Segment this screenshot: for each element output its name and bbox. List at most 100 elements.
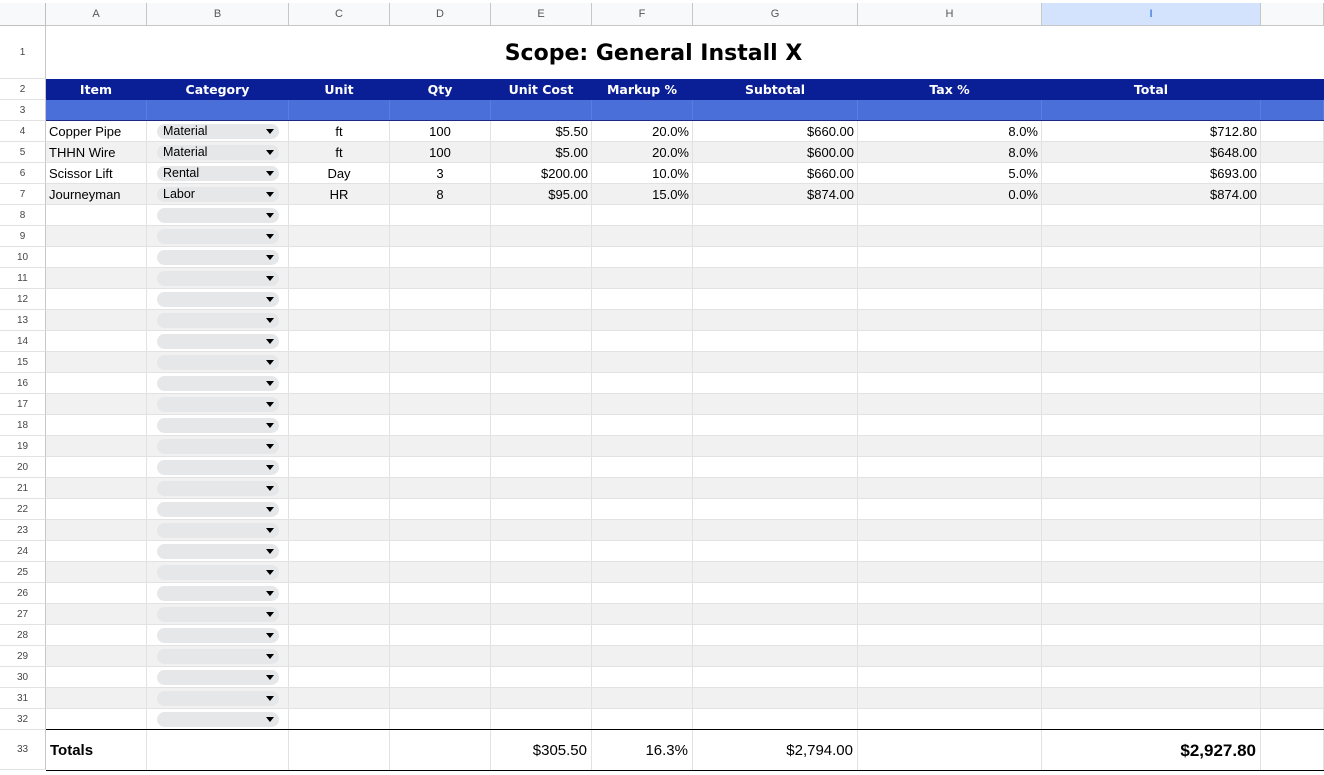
band-cell[interactable]: [147, 100, 289, 121]
cell-extra[interactable]: [1261, 331, 1324, 352]
cell-unit[interactable]: [289, 499, 390, 520]
cell-unit[interactable]: [289, 520, 390, 541]
category-dropdown[interactable]: Material: [157, 145, 279, 160]
category-dropdown[interactable]: Material: [157, 124, 279, 139]
cell-markup[interactable]: [592, 268, 693, 289]
cell-tax[interactable]: [858, 247, 1042, 268]
column-header-h[interactable]: H: [858, 3, 1042, 26]
cell-total[interactable]: [1042, 499, 1261, 520]
cell-unit[interactable]: [289, 268, 390, 289]
row-header-16[interactable]: 16: [0, 373, 46, 394]
column-header-b[interactable]: B: [147, 3, 289, 26]
cell-subtotal[interactable]: [693, 562, 858, 583]
total-markup[interactable]: 16.3%: [592, 730, 693, 770]
cell-subtotal[interactable]: [693, 604, 858, 625]
cell-qty[interactable]: [390, 667, 491, 688]
band-cell[interactable]: [693, 100, 858, 121]
cell-extra[interactable]: [1261, 163, 1324, 184]
band-cell[interactable]: [46, 100, 147, 121]
cell-subtotal[interactable]: [693, 709, 858, 730]
cell-item[interactable]: [46, 331, 147, 352]
cell-total[interactable]: [1042, 541, 1261, 562]
cell-subtotal[interactable]: [693, 457, 858, 478]
cell-unit_cost[interactable]: [491, 226, 592, 247]
cell-unit_cost[interactable]: [491, 247, 592, 268]
cell-qty[interactable]: [390, 646, 491, 667]
cell-qty[interactable]: [390, 625, 491, 646]
cell-item[interactable]: [46, 583, 147, 604]
cell-markup[interactable]: [592, 373, 693, 394]
row-header-22[interactable]: 22: [0, 499, 46, 520]
cell-tax[interactable]: [858, 415, 1042, 436]
cell-unit_cost[interactable]: [491, 394, 592, 415]
cell-subtotal[interactable]: [693, 205, 858, 226]
cell-unit[interactable]: [289, 415, 390, 436]
cell-extra[interactable]: [1261, 604, 1324, 625]
cell-unit_cost[interactable]: [491, 709, 592, 730]
cell-unit_cost[interactable]: $200.00: [491, 163, 592, 184]
row-header-6[interactable]: 6: [0, 163, 46, 184]
cell-unit_cost[interactable]: $95.00: [491, 184, 592, 205]
cell-unit[interactable]: [289, 709, 390, 730]
cell-item[interactable]: [46, 436, 147, 457]
cell-unit_cost[interactable]: [491, 457, 592, 478]
cell-extra[interactable]: [1261, 121, 1324, 142]
cell-total[interactable]: [1042, 688, 1261, 709]
cell-unit[interactable]: [289, 583, 390, 604]
cell-total[interactable]: [1042, 604, 1261, 625]
cell-markup[interactable]: [592, 520, 693, 541]
cell-tax[interactable]: [858, 520, 1042, 541]
cell-item[interactable]: Scissor Lift: [46, 163, 147, 184]
header-cell-unit-cost[interactable]: Unit Cost: [491, 79, 592, 100]
cell-extra[interactable]: [1261, 478, 1324, 499]
category-dropdown[interactable]: Rental: [157, 166, 279, 181]
cell-subtotal[interactable]: [693, 415, 858, 436]
row-header-24[interactable]: 24: [0, 541, 46, 562]
cell-unit[interactable]: [289, 604, 390, 625]
cell-item[interactable]: [46, 289, 147, 310]
cell-qty[interactable]: [390, 415, 491, 436]
cell-unit[interactable]: ft: [289, 121, 390, 142]
cell-total[interactable]: [1042, 562, 1261, 583]
cell-tax[interactable]: [858, 352, 1042, 373]
cell-tax[interactable]: [858, 289, 1042, 310]
cell-markup[interactable]: [592, 226, 693, 247]
cell-unit_cost[interactable]: [491, 604, 592, 625]
cell-markup[interactable]: [592, 310, 693, 331]
total-unit-cost[interactable]: $305.50: [491, 730, 592, 770]
row-header-13[interactable]: 13: [0, 310, 46, 331]
band-cell[interactable]: [491, 100, 592, 121]
row-header-17[interactable]: 17: [0, 394, 46, 415]
cell-tax[interactable]: 5.0%: [858, 163, 1042, 184]
cell-unit[interactable]: [289, 478, 390, 499]
category-dropdown[interactable]: Labor: [157, 187, 279, 202]
cell-unit_cost[interactable]: [491, 331, 592, 352]
totals-label[interactable]: Totals: [46, 730, 147, 770]
cell-tax[interactable]: [858, 541, 1042, 562]
cell-markup[interactable]: [592, 457, 693, 478]
cell-item[interactable]: [46, 352, 147, 373]
cell-qty[interactable]: [390, 205, 491, 226]
cell-total[interactable]: [1042, 709, 1261, 730]
cell-total[interactable]: $693.00: [1042, 163, 1261, 184]
column-header-f[interactable]: F: [592, 3, 693, 26]
category-dropdown[interactable]: [157, 208, 279, 223]
cell-extra[interactable]: [1261, 436, 1324, 457]
cell-markup[interactable]: 10.0%: [592, 163, 693, 184]
cell-total[interactable]: [1042, 205, 1261, 226]
total-subtotal[interactable]: $2,794.00: [693, 730, 858, 770]
row-header-19[interactable]: 19: [0, 436, 46, 457]
cell-total[interactable]: [1042, 373, 1261, 394]
cell-extra[interactable]: [1261, 142, 1324, 163]
cell-subtotal[interactable]: [693, 331, 858, 352]
cell-markup[interactable]: 15.0%: [592, 184, 693, 205]
cell-unit_cost[interactable]: [491, 646, 592, 667]
category-dropdown[interactable]: [157, 376, 279, 391]
cell-markup[interactable]: 20.0%: [592, 142, 693, 163]
cell-qty[interactable]: 100: [390, 121, 491, 142]
cell-extra[interactable]: [1261, 247, 1324, 268]
category-dropdown[interactable]: [157, 355, 279, 370]
category-dropdown[interactable]: [157, 439, 279, 454]
cell-total[interactable]: [1042, 520, 1261, 541]
row-header-5[interactable]: 5: [0, 142, 46, 163]
